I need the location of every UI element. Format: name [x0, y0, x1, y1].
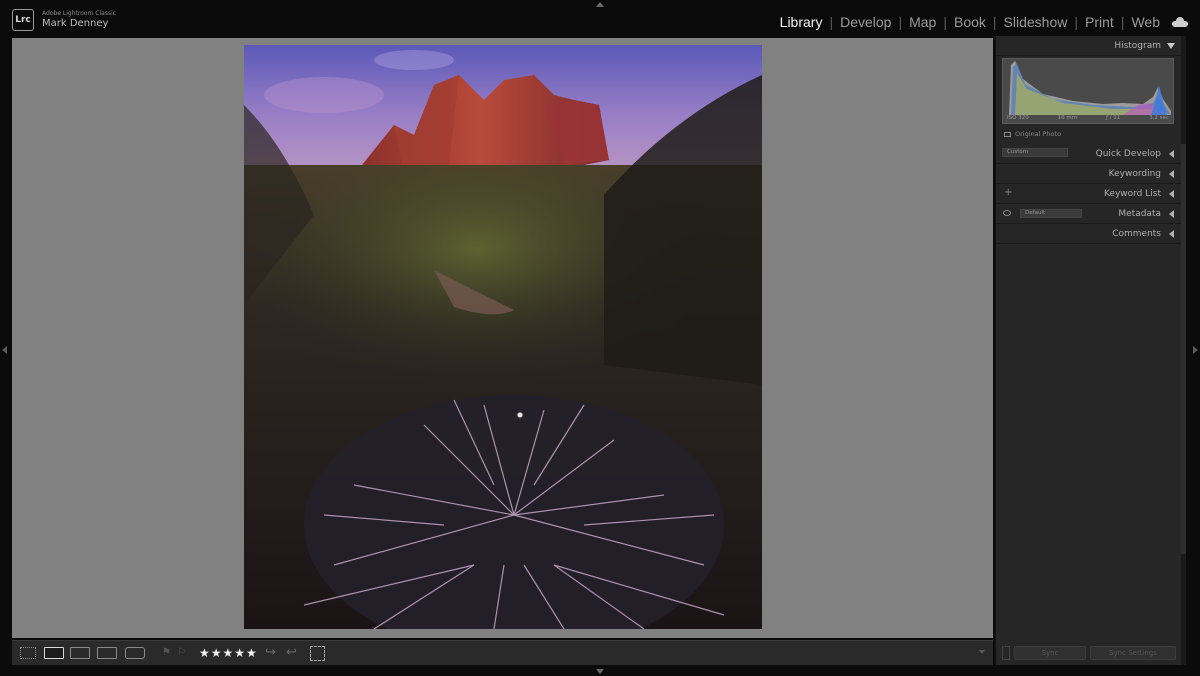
keywording-header[interactable]: Keywording — [996, 164, 1181, 184]
bottom-panel-toggle-icon[interactable] — [596, 669, 604, 674]
quick-develop-title: Quick Develop — [1095, 149, 1161, 159]
sync-button[interactable]: Sync — [1014, 646, 1086, 660]
user-name: Mark Denney — [42, 18, 109, 29]
original-photo-label: Original Photo — [1015, 130, 1062, 138]
identity-plate: Lrc Adobe Lightroom Classic Mark Denney — [12, 9, 116, 31]
comments-header[interactable]: Comments — [996, 224, 1181, 244]
expand-triangle-icon[interactable] — [1169, 210, 1174, 218]
histogram-title: Histogram — [1114, 41, 1161, 51]
keywording-title: Keywording — [1108, 169, 1161, 179]
iso-value: ISO 320 — [1007, 115, 1029, 121]
grid-view-icon[interactable] — [20, 647, 36, 659]
module-slideshow[interactable]: Slideshow — [1004, 14, 1068, 30]
module-separator: | — [898, 14, 903, 30]
saved-preset-value: Custom — [1007, 149, 1029, 155]
crop-overlay-icon[interactable] — [310, 646, 325, 661]
module-separator: | — [829, 14, 834, 30]
histogram-header[interactable]: Histogram — [996, 36, 1181, 56]
sync-settings-button[interactable]: Sync Settings — [1090, 646, 1176, 660]
photo-preview[interactable] — [244, 45, 762, 629]
scrollbar-thumb[interactable] — [1181, 144, 1186, 554]
loupe-view-icon[interactable] — [44, 647, 64, 659]
module-separator: | — [1074, 14, 1079, 30]
metadata-title: Metadata — [1118, 209, 1161, 219]
right-panel-toggle-icon[interactable] — [1193, 346, 1198, 354]
comments-title: Comments — [1112, 229, 1161, 239]
expand-triangle-icon[interactable] — [1169, 230, 1174, 238]
right-panel: Histogram ISO 320 16 mm ƒ / 11 3.2 sec O… — [995, 36, 1181, 665]
expand-triangle-icon[interactable] — [1169, 190, 1174, 198]
shutter-speed-value: 3.2 sec — [1149, 115, 1169, 121]
quick-develop-header[interactable]: Custom Quick Develop — [996, 144, 1181, 164]
right-panel-scrollbar[interactable] — [1181, 36, 1186, 665]
cloud-sync-icon[interactable] — [1172, 17, 1188, 27]
focal-length-value: 16 mm — [1057, 115, 1078, 121]
reject-flag-icon[interactable]: ⚐ — [177, 648, 187, 658]
expand-triangle-icon[interactable] — [1169, 150, 1174, 158]
eye-icon[interactable] — [1003, 210, 1011, 216]
module-separator: | — [1120, 14, 1125, 30]
toolbar-options-icon[interactable] — [979, 650, 985, 654]
auto-sync-switch[interactable] — [1002, 646, 1010, 660]
histogram-graph — [1009, 61, 1171, 115]
keyword-list-header[interactable]: + Keyword List — [996, 184, 1181, 204]
landscape-photo — [244, 45, 762, 629]
module-separator: | — [943, 14, 947, 30]
people-view-icon[interactable] — [125, 647, 145, 659]
product-name: Adobe Lightroom Classic — [42, 10, 117, 17]
survey-view-icon[interactable] — [97, 647, 117, 659]
top-panel-toggle-icon[interactable] — [596, 2, 604, 7]
module-web[interactable]: Web — [1131, 14, 1160, 30]
metadata-preset-value: Default — [1025, 210, 1046, 216]
histogram[interactable]: ISO 320 16 mm ƒ / 11 3.2 sec — [1002, 58, 1174, 124]
saved-preset-select[interactable]: Custom — [1002, 148, 1068, 157]
lrc-logo-icon: Lrc — [12, 9, 34, 31]
pick-flag-icon[interactable]: ⚑ — [162, 648, 172, 658]
sync-bar: Sync Sync Settings — [996, 644, 1181, 662]
add-keyword-icon[interactable]: + — [1004, 187, 1012, 198]
rotate-left-icon[interactable]: ↪ — [265, 645, 276, 660]
module-print[interactable]: Print — [1085, 14, 1114, 30]
star-rating[interactable]: ★★★★★ — [199, 646, 258, 660]
lightroom-window: Lrc Adobe Lightroom Classic Mark Denney … — [0, 0, 1200, 676]
metadata-header[interactable]: Default Metadata — [996, 204, 1181, 224]
module-book[interactable]: Book — [954, 14, 986, 30]
aperture-value: ƒ / 11 — [1105, 115, 1121, 121]
module-develop[interactable]: Develop — [840, 14, 891, 30]
rotate-right-icon[interactable]: ↩ — [286, 645, 297, 660]
left-panel-toggle-icon[interactable] — [2, 346, 7, 354]
toolbar: ⚑ ⚐ ★★★★★ ↪ ↩ — [12, 640, 993, 665]
module-separator: | — [992, 14, 997, 30]
compare-view-icon[interactable] — [70, 647, 90, 659]
module-map[interactable]: Map — [909, 14, 936, 30]
original-photo-icon[interactable] — [1004, 131, 1011, 137]
metadata-preset-select[interactable]: Default — [1020, 209, 1082, 218]
module-picker: Library | Develop | Map | Book | Slidesh… — [780, 14, 1188, 30]
keyword-list-title: Keyword List — [1103, 189, 1161, 199]
expand-triangle-icon[interactable] — [1169, 170, 1174, 178]
original-photo-toggle[interactable]: Original Photo — [1004, 130, 1061, 138]
module-library[interactable]: Library — [780, 14, 823, 30]
collapse-triangle-icon[interactable] — [1167, 43, 1175, 49]
histogram-info: ISO 320 16 mm ƒ / 11 3.2 sec — [1003, 115, 1173, 121]
loupe-view[interactable] — [12, 38, 993, 638]
